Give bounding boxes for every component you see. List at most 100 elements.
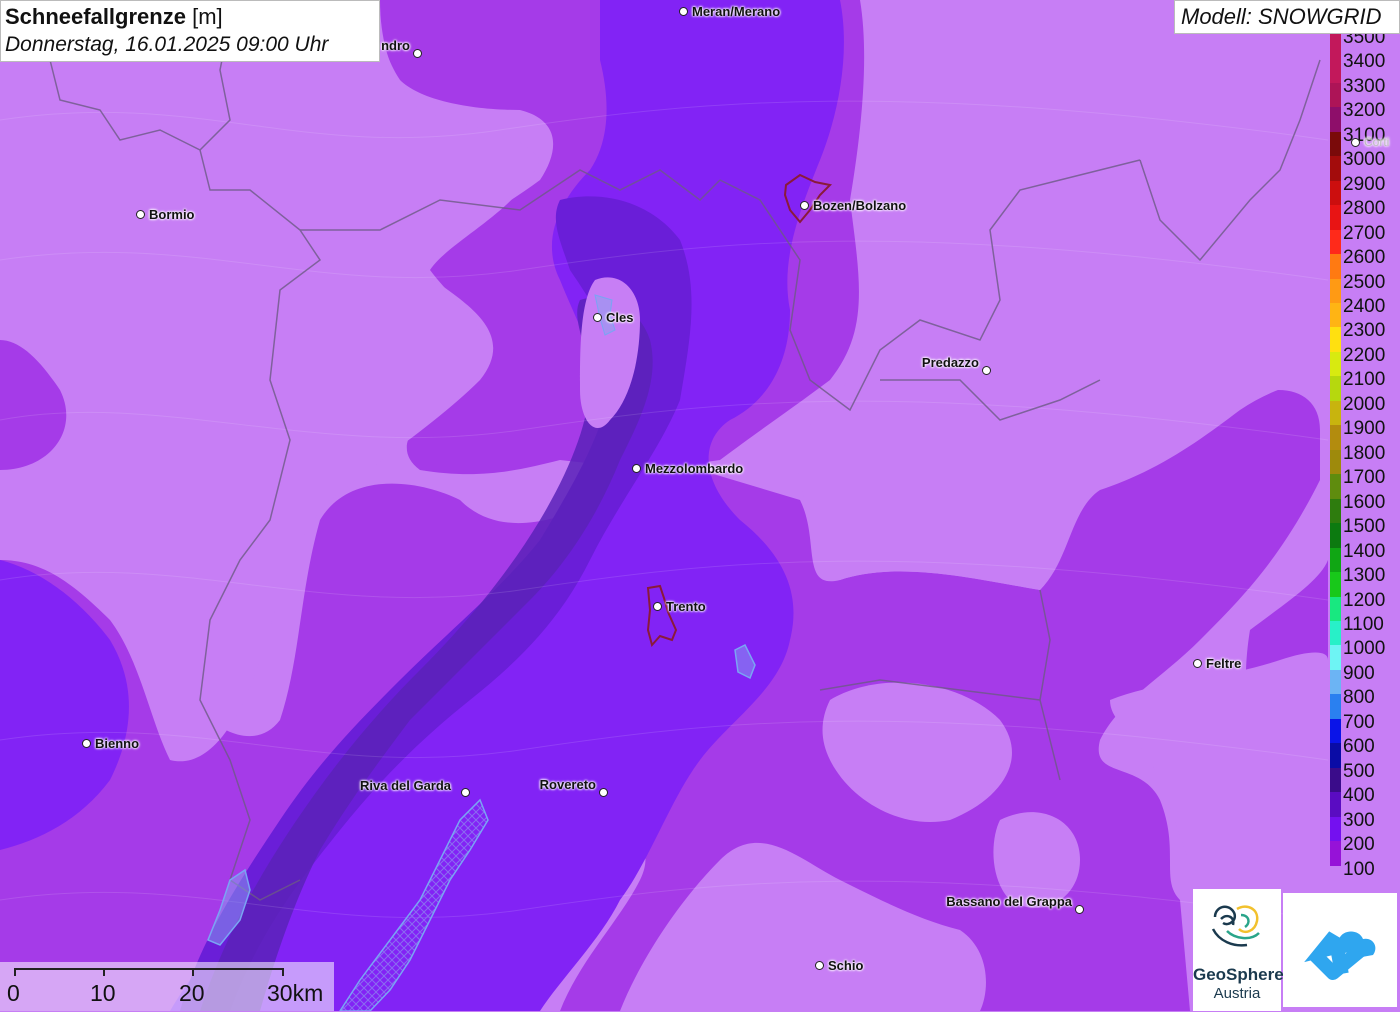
legend-label: 3300 [1343,75,1386,97]
legend-entry: 600 [1328,735,1400,768]
city-marker-rovereto[interactable] [599,788,608,797]
legend-entry: 1200 [1328,589,1400,621]
model-label: Modell: SNOWGRID [1174,0,1400,34]
city-label-mezzolombardo: Mezzolombardo [645,461,744,476]
legend-label: 3200 [1343,100,1386,122]
legend-label: 600 [1343,736,1375,758]
city-label-riva: Riva del Garda [360,778,452,793]
legend-entry: 3300 [1328,75,1400,108]
legend-label: 900 [1343,662,1375,684]
legend-entry: 1300 [1328,564,1400,597]
legend-entry: 2700 [1328,222,1400,255]
city-label-bienno: Bienno [95,736,140,751]
legend-entry: 2200 [1328,344,1400,377]
legend-entry: 400 [1328,784,1400,817]
city-label-rovereto: Rovereto [539,777,596,792]
scale-label-20: 20 [179,980,205,1006]
scale-tick-10 [103,968,105,976]
legend-entry: 1400 [1328,540,1400,573]
legend-entry: 2600 [1328,246,1400,279]
legend-entry: 100 [1328,858,1400,890]
geosphere-country: Austria [1213,985,1261,1002]
legend-label: 2700 [1343,222,1386,244]
legend-entry: 300 [1328,809,1400,842]
legend-label: 100 [1343,858,1375,880]
scale-bar-line [14,968,284,970]
legend-entry: 2900 [1328,173,1400,206]
city-marker-bormio[interactable] [136,210,145,219]
legend-entry: 700 [1328,711,1400,744]
legend-label: 2000 [1343,393,1386,415]
legend-entry: 500 [1328,760,1400,793]
city-marker-trento[interactable] [653,602,662,611]
legend-entry: 2000 [1328,393,1400,426]
geosphere-emblem-icon [1211,905,1260,947]
legend-label: 2600 [1343,247,1386,269]
app-logo[interactable] [1283,893,1397,1007]
city-label-schio: Schio [828,958,864,973]
city-marker-schio[interactable] [815,961,824,970]
city-marker-predazzo[interactable] [982,366,991,375]
city-marker-bassano[interactable] [1075,905,1084,914]
city-label-bormio: Bormio [149,207,195,222]
scale-tick-0 [14,968,16,976]
legend-label: 3400 [1343,51,1386,73]
city-marker-cortina[interactable] [1351,138,1360,147]
legend-label: 3500 [1343,34,1386,48]
legend-entry: 1000 [1328,637,1400,670]
city-label-feltre: Feltre [1206,656,1242,671]
legend-label: 2400 [1343,296,1386,318]
legend-label: 1200 [1343,589,1386,611]
scale-label-10: 10 [90,980,116,1006]
city-marker-feltre[interactable] [1193,659,1202,668]
map-datetime: Donnerstag, 16.01.2025 09:00 Uhr [5,33,329,56]
city-label-bozen: Bozen/Bolzano [813,198,907,213]
legend-label: 1700 [1343,467,1386,489]
legend-entry: 1800 [1328,442,1400,475]
legend-label: 200 [1343,834,1375,856]
snowfall-map[interactable] [0,0,1400,1011]
legend-label: 400 [1343,785,1375,807]
legend-entry: 2300 [1328,319,1400,352]
scale-tick-30 [282,968,284,976]
city-marker-riva[interactable] [461,788,470,797]
legend-swatch [1330,865,1341,890]
legend-label: 500 [1343,760,1375,782]
legend-label: 2300 [1343,320,1386,342]
legend-label: 700 [1343,711,1375,733]
legend-label: 2500 [1343,271,1386,293]
city-label-trento: Trento [666,599,706,614]
city-label-predazzo: Predazzo [921,355,979,370]
scale-label-0: 0 [7,980,20,1006]
legend-label: 1000 [1343,638,1386,660]
map-title-box: Schneefallgrenze [m] Donnerstag, 16.01.2… [0,0,380,62]
legend-entry: 2500 [1328,271,1400,304]
scale-label-30km: 30km [267,980,324,1006]
city-marker-cles[interactable] [593,313,602,322]
legend-label: 1300 [1343,565,1386,587]
city-label-bassano: Bassano del Grappa [946,894,1072,909]
legend-entry: 2100 [1328,368,1400,401]
legend-label: 3000 [1343,149,1386,171]
geosphere-logo[interactable]: GeoSphere Austria [1193,889,1284,1011]
legend-label: 300 [1343,809,1375,831]
city-marker-sondrio[interactable] [413,49,422,58]
city-marker-meran[interactable] [679,7,688,16]
legend-entry: 1500 [1328,515,1400,548]
city-label-meran: Meran/Merano [692,4,781,19]
city-marker-mezzolombardo[interactable] [632,464,641,473]
legend-entry: 1700 [1328,466,1400,499]
legend-entry: 1600 [1328,491,1400,524]
city-marker-bienno[interactable] [82,739,91,748]
legend-entry: 2800 [1328,197,1400,230]
legend-label: 1800 [1343,442,1386,464]
legend-entry: 3200 [1328,99,1400,132]
legend-label: 2900 [1343,173,1386,195]
scale-tick-20 [192,968,194,976]
legend-entry: 2400 [1328,295,1400,328]
legend-entry: 1900 [1328,417,1400,450]
legend-label: 2200 [1343,344,1386,366]
city-marker-bozen[interactable] [800,201,809,210]
legend-entry: 3500 [1328,34,1400,59]
city-label-cles: Cles [606,310,634,325]
